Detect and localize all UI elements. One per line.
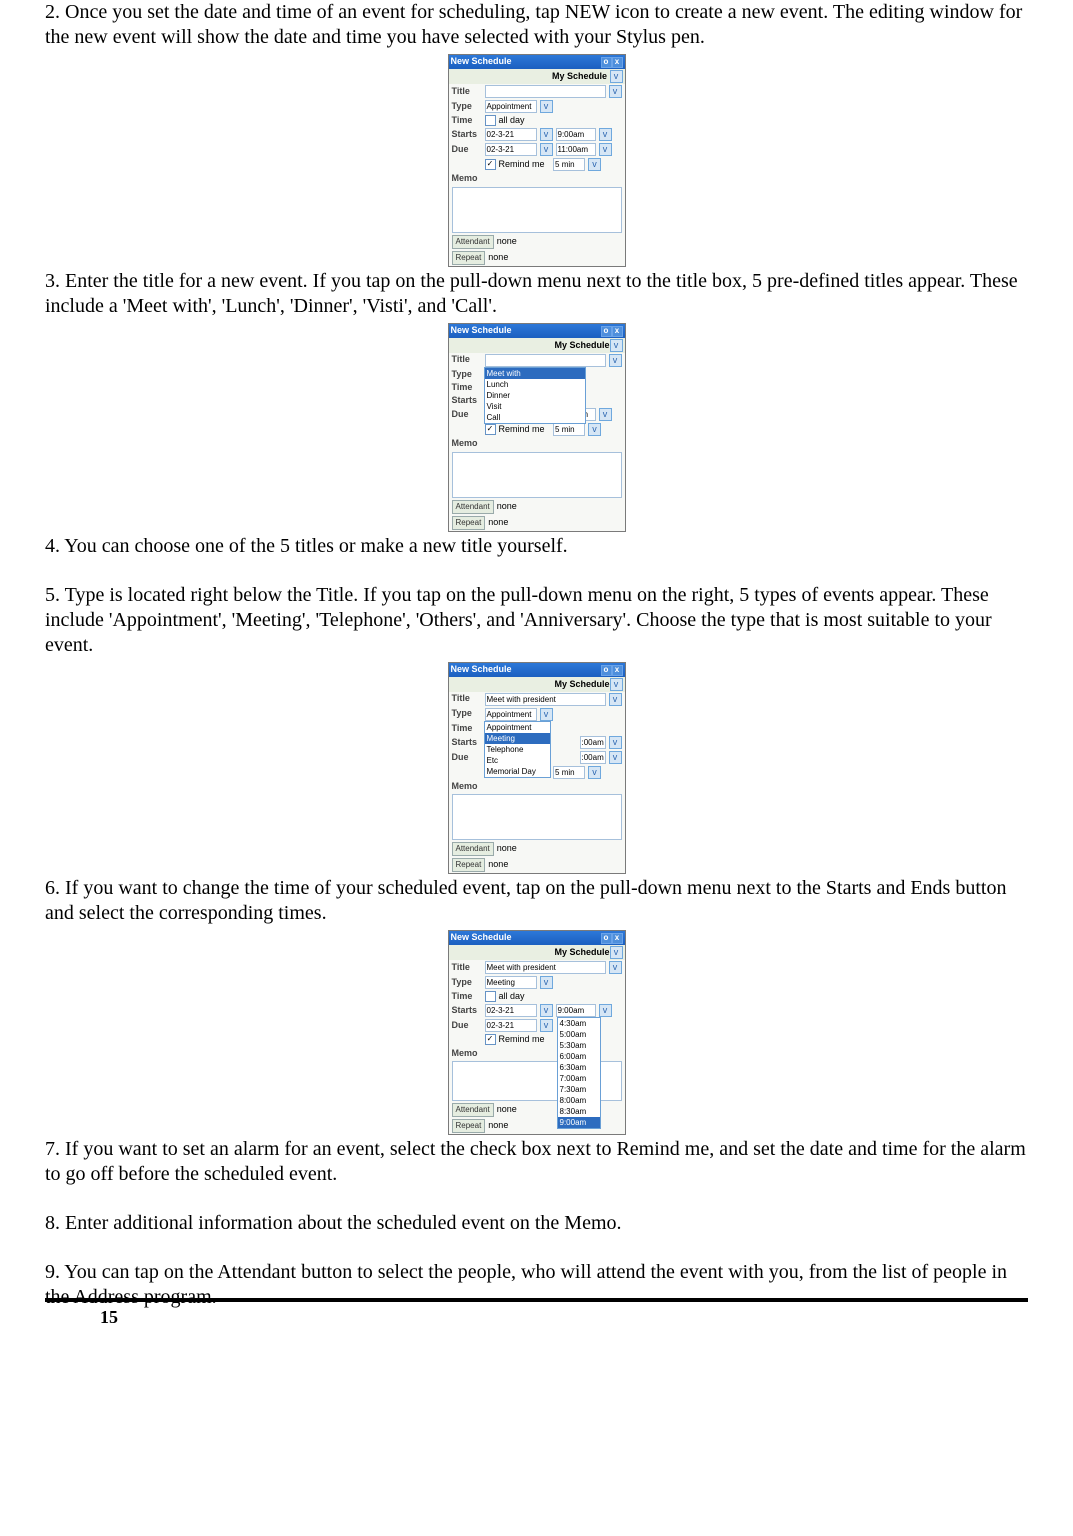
close-icon[interactable]: x	[612, 933, 623, 944]
type-label: Type	[452, 101, 482, 112]
dropdown-option[interactable]: Visit	[485, 401, 585, 412]
window-title: New Schedule	[451, 56, 512, 67]
attendant-button[interactable]: Attendant	[452, 235, 494, 249]
dropdown-option[interactable]: Lunch	[485, 379, 585, 390]
dropdown-option[interactable]: 7:30am	[558, 1084, 600, 1095]
chevron-down-icon[interactable]: v	[599, 143, 612, 156]
chevron-down-icon[interactable]: v	[588, 158, 601, 171]
due-label: Due	[452, 144, 482, 155]
title-input[interactable]	[485, 354, 606, 367]
dropdown-option[interactable]: Memorial Day	[485, 766, 550, 777]
chevron-down-icon[interactable]: v	[540, 100, 553, 113]
chevron-down-icon[interactable]: v	[599, 128, 612, 141]
category-dropdown[interactable]: My Schedule v	[449, 69, 625, 84]
dropdown-option[interactable]: 6:30am	[558, 1062, 600, 1073]
title-dropdown-list[interactable]: Meet withLunchDinnerVisitCall	[484, 367, 586, 424]
memo-textarea[interactable]	[452, 794, 622, 840]
step-9-text: 9. You can tap on the Attendant button t…	[45, 1260, 1028, 1310]
dropdown-option[interactable]: 8:00am	[558, 1095, 600, 1106]
ok-icon[interactable]: o	[601, 665, 612, 676]
remind-label: Remind me	[499, 159, 545, 170]
chevron-down-icon[interactable]: v	[540, 128, 553, 141]
dropdown-option[interactable]: Call	[485, 412, 585, 423]
step-4-text: 4. You can choose one of the 5 titles or…	[45, 534, 1028, 559]
chevron-down-icon[interactable]: v	[540, 143, 553, 156]
screenshot-4: New Scheduleox My Schedulev TitleMeet wi…	[448, 930, 626, 1135]
type-dropdown-list[interactable]: AppointmentMeetingTelephoneEtcMemorial D…	[484, 721, 551, 778]
dropdown-option[interactable]: 9:00am	[558, 1117, 600, 1128]
title-input[interactable]: Meet with president	[485, 961, 606, 974]
type-select[interactable]: Meeting	[485, 976, 537, 989]
dropdown-option[interactable]: Telephone	[485, 744, 550, 755]
title-label: Title	[452, 86, 482, 97]
step-7-text: 7. If you want to set an alarm for an ev…	[45, 1137, 1028, 1187]
chevron-down-icon[interactable]: v	[609, 354, 622, 367]
dropdown-option[interactable]: 6:00am	[558, 1051, 600, 1062]
allday-checkbox[interactable]	[485, 115, 496, 126]
dropdown-option[interactable]: 5:00am	[558, 1029, 600, 1040]
ok-icon[interactable]: o	[601, 933, 612, 944]
window-controls[interactable]: ox	[601, 56, 623, 68]
type-select[interactable]: Appointment	[485, 708, 537, 721]
dropdown-option[interactable]: 5:30am	[558, 1040, 600, 1051]
dropdown-option[interactable]: Dinner	[485, 390, 585, 401]
starts-time[interactable]: 9:00am	[556, 1004, 596, 1017]
step-8-text: 8. Enter additional information about th…	[45, 1211, 1028, 1236]
memo-textarea[interactable]	[452, 187, 622, 233]
chevron-down-icon[interactable]: v	[609, 85, 622, 98]
step-5-text: 5. Type is located right below the Title…	[45, 583, 1028, 658]
dropdown-option[interactable]: Etc	[485, 755, 550, 766]
chevron-down-icon[interactable]: v	[610, 339, 623, 352]
dropdown-option[interactable]: 4:30am	[558, 1018, 600, 1029]
dropdown-option[interactable]: 8:30am	[558, 1106, 600, 1117]
allday-label: all day	[499, 115, 525, 126]
ok-icon[interactable]: o	[601, 326, 612, 337]
close-icon[interactable]: x	[612, 326, 623, 337]
type-select[interactable]: Appointment	[485, 100, 537, 113]
title-input[interactable]	[485, 85, 606, 98]
step-3-text: 3. Enter the title for a new event. If y…	[45, 269, 1028, 319]
allday-checkbox[interactable]	[485, 991, 496, 1002]
memo-label: Memo	[452, 173, 482, 184]
dropdown-option[interactable]: Meeting	[485, 733, 550, 744]
time-label: Time	[452, 115, 482, 126]
dropdown-option[interactable]: Meet with	[485, 368, 585, 379]
screenshot-1: New Schedule ox My Schedule v Title v Typ…	[448, 54, 626, 267]
remind-checkbox[interactable]: ✓	[485, 159, 496, 170]
close-icon[interactable]: x	[612, 665, 623, 676]
repeat-value: none	[488, 252, 508, 263]
dropdown-option[interactable]: 7:00am	[558, 1073, 600, 1084]
starts-time[interactable]: 9:00am	[556, 128, 596, 141]
starts-label: Starts	[452, 129, 482, 140]
screenshot-2: New Scheduleox My Schedulev Titlev Type …	[448, 323, 626, 532]
remind-value[interactable]: 5 min	[553, 158, 585, 171]
step-6-text: 6. If you want to change the time of you…	[45, 876, 1028, 926]
window-titlebar: New Schedule ox	[449, 55, 625, 69]
title-input[interactable]: Meet with president	[485, 693, 606, 706]
due-date[interactable]: 02-3-21	[485, 143, 537, 156]
chevron-down-icon[interactable]: v	[610, 70, 623, 83]
close-icon[interactable]: x	[612, 57, 623, 68]
starts-date[interactable]: 02-3-21	[485, 128, 537, 141]
time-dropdown-list[interactable]: 4:30am5:00am5:30am6:00am6:30am7:00am7:30…	[557, 1017, 601, 1129]
dropdown-option[interactable]: Appointment	[485, 722, 550, 733]
due-time[interactable]: 11:00am	[556, 143, 596, 156]
ok-icon[interactable]: o	[601, 57, 612, 68]
step-2-text: 2. Once you set the date and time of an …	[45, 0, 1028, 50]
memo-textarea[interactable]	[452, 452, 622, 498]
repeat-button[interactable]: Repeat	[452, 251, 486, 265]
screenshot-3: New Scheduleox My Schedulev TitleMeet wi…	[448, 662, 626, 875]
attendant-value: none	[497, 236, 517, 247]
